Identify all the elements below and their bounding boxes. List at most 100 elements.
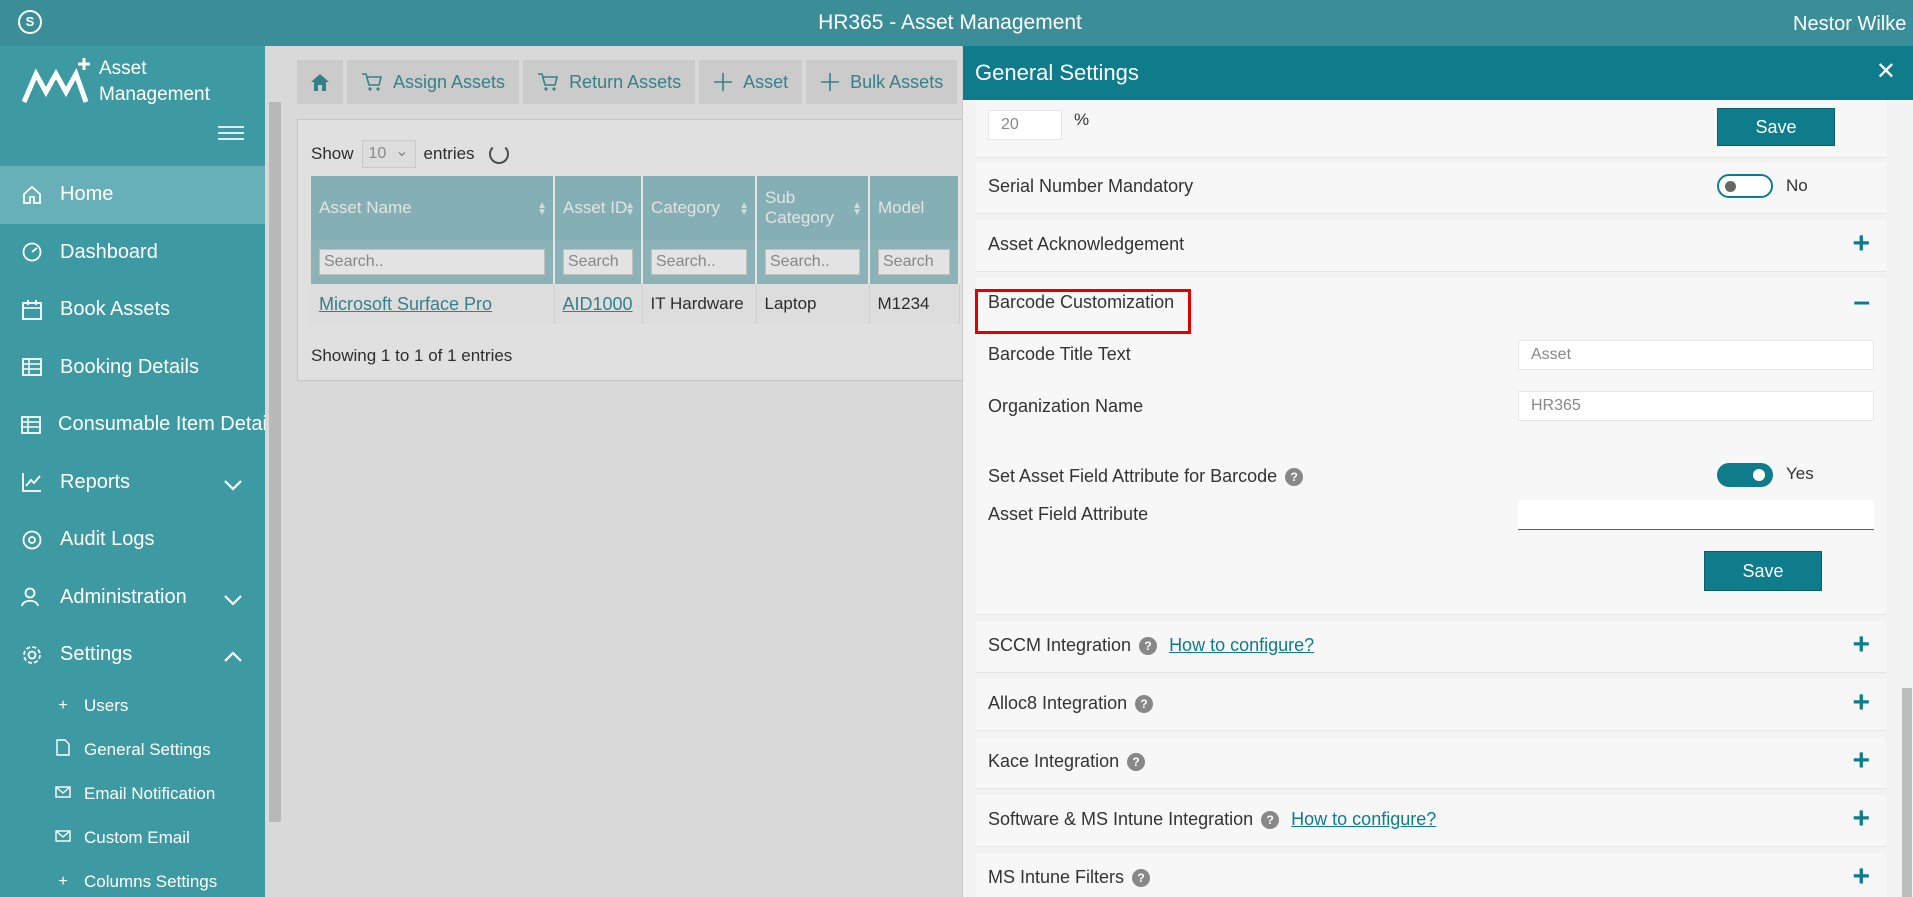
sccm-label: SCCM Integration ? How to configure? — [988, 635, 1314, 656]
sidebar-subitem-label: General Settings — [84, 739, 211, 759]
serial-number-toggle[interactable] — [1717, 174, 1773, 198]
intune-filters-row[interactable]: MS Intune Filters ? + — [976, 853, 1886, 897]
panel-body: 20 % Save Serial Number Mandatory No Ass… — [963, 100, 1913, 897]
help-icon[interactable]: ? — [1127, 752, 1146, 771]
sidebar-item-consumable[interactable]: Consumable Item Detai — [0, 396, 267, 454]
sidebar-item-settings[interactable]: Settings — [0, 626, 265, 684]
expand-plus-icon[interactable]: + — [1852, 746, 1870, 776]
alloc8-text: Alloc8 Integration — [988, 693, 1128, 713]
save-button[interactable]: Save — [1717, 108, 1835, 146]
home-icon — [20, 183, 44, 207]
expand-plus-icon[interactable]: + — [1852, 229, 1870, 259]
sidebar-item-dashboard[interactable]: Dashboard — [0, 224, 265, 282]
threshold-input[interactable]: 20 — [988, 110, 1062, 140]
user-icon — [20, 585, 44, 609]
serial-number-row: Serial Number Mandatory No — [976, 162, 1886, 214]
plus-icon: + — [58, 696, 68, 714]
threshold-row: 20 % Save — [976, 100, 1886, 158]
sidebar-subitem-label: Users — [84, 695, 129, 715]
nav-menu: Home Dashboard Book Assets Booking Detai… — [0, 166, 267, 897]
help-icon[interactable]: ? — [1139, 636, 1158, 655]
org-name-input[interactable]: HR365 — [1518, 391, 1874, 421]
sidebar-subitem-label: Columns Settings — [84, 871, 218, 891]
barcode-title-label: Barcode Title Text — [988, 344, 1131, 364]
document-icon — [54, 738, 72, 761]
help-icon[interactable]: ? — [1285, 467, 1304, 486]
sidebar-item-reports[interactable]: Reports — [0, 454, 265, 512]
sidebar-item-label: Settings — [60, 643, 133, 666]
close-icon[interactable]: ✕ — [1876, 60, 1896, 84]
expand-plus-icon[interactable]: + — [1852, 630, 1870, 660]
logo-text-line2: Management — [99, 84, 210, 105]
barcode-save-button[interactable]: Save — [1704, 551, 1822, 591]
org-name-label: Organization Name — [988, 396, 1144, 416]
sccm-config-link[interactable]: How to configure? — [1169, 635, 1314, 656]
top-bar: S HR365 - Asset Management Nestor Wilke — [0, 0, 1913, 46]
expand-plus-icon[interactable]: + — [1852, 862, 1870, 892]
help-icon[interactable]: ? — [1135, 694, 1154, 713]
logo-icon — [22, 58, 90, 103]
expand-plus-icon[interactable]: + — [1852, 804, 1870, 834]
sidebar: Asset Management Home Dashboard Book Ass… — [0, 46, 267, 897]
acknowledgement-label: Asset Acknowledgement — [988, 234, 1185, 254]
sidebar-item-administration[interactable]: Administration — [0, 569, 265, 627]
chevron-up-icon[interactable] — [223, 646, 243, 669]
audit-icon — [20, 528, 44, 552]
field-attribute-input[interactable] — [1518, 500, 1874, 530]
expand-plus-icon[interactable]: + — [1852, 688, 1870, 718]
kace-row[interactable]: Kace Integration ? + — [976, 737, 1886, 789]
sidebar-item-label: Booking Details — [60, 355, 199, 378]
sidebar-item-label: Reports — [60, 470, 131, 493]
intune-text: Software & MS Intune Integration — [988, 809, 1254, 829]
dashboard-icon — [20, 240, 44, 264]
set-attribute-toggle[interactable] — [1717, 463, 1773, 487]
general-settings-panel: General Settings ✕ 20 % Save Serial Numb… — [962, 46, 1913, 897]
modal-backdrop[interactable] — [265, 46, 962, 897]
field-attribute-label: Asset Field Attribute — [988, 504, 1149, 524]
sccm-row[interactable]: SCCM Integration ? How to configure? + — [976, 621, 1886, 673]
sidebar-item-home[interactable]: Home — [0, 166, 265, 224]
sidebar-subitem-users[interactable]: + Users — [0, 684, 265, 728]
sidebar-item-audit-logs[interactable]: Audit Logs — [0, 511, 265, 569]
alloc8-label: Alloc8 Integration ? — [988, 693, 1154, 714]
intune-label: Software & MS Intune Integration ? How t… — [988, 809, 1436, 830]
set-attribute-text: Set Asset Field Attribute for Barcode — [988, 466, 1278, 486]
logo-text-line1: Asset — [99, 58, 147, 79]
sidebar-subitem-label: Email Notification — [84, 783, 216, 803]
alloc8-row[interactable]: Alloc8 Integration ? + — [976, 679, 1886, 731]
set-attribute-toggle-label: Yes — [1786, 464, 1814, 483]
intune-row[interactable]: Software & MS Intune Integration ? How t… — [976, 795, 1886, 847]
sidebar-item-book-assets[interactable]: Book Assets — [0, 281, 265, 339]
help-icon[interactable]: ? — [1132, 868, 1151, 887]
sidebar-item-label: Book Assets — [60, 298, 171, 321]
scrollbar[interactable] — [1902, 688, 1912, 897]
collapse-minus-icon[interactable]: – — [1853, 287, 1870, 317]
user-name[interactable]: Nestor Wilke — [1793, 13, 1913, 36]
intune-config-link[interactable]: How to configure? — [1291, 809, 1436, 830]
app-title: HR365 - Asset Management — [818, 11, 1082, 34]
barcode-title-input[interactable]: Asset — [1518, 340, 1874, 370]
intune-filters-label: MS Intune Filters ? — [988, 867, 1151, 888]
acknowledgement-row[interactable]: Asset Acknowledgement + — [976, 220, 1886, 272]
chart-icon — [20, 470, 44, 494]
sidebar-subitem-email-notification[interactable]: Email Notification — [0, 772, 265, 816]
table-icon — [20, 413, 42, 437]
serial-toggle-label: No — [1786, 176, 1808, 195]
sidebar-item-label: Administration — [60, 585, 187, 608]
highlight-annotation — [975, 289, 1191, 334]
hamburger-menu-icon[interactable] — [218, 126, 244, 140]
chevron-down-icon[interactable] — [223, 589, 243, 612]
sidebar-item-booking-details[interactable]: Booking Details — [0, 339, 265, 397]
sidebar-item-label: Dashboard — [60, 240, 158, 263]
sidebar-subitem-custom-email[interactable]: Custom Email — [0, 816, 265, 860]
mail-icon — [54, 829, 72, 847]
sidebar-subitem-label: Custom Email — [84, 827, 190, 847]
chevron-down-icon[interactable] — [223, 474, 243, 497]
help-icon[interactable]: ? — [1261, 810, 1280, 829]
sidebar-item-label: Audit Logs — [60, 528, 155, 551]
sidebar-subitem-columns-settings[interactable]: + Columns Settings — [0, 860, 265, 897]
sidebar-subitem-general-settings[interactable]: General Settings — [0, 728, 265, 772]
plus-icon: + — [58, 872, 68, 890]
calendar-icon — [20, 298, 44, 322]
set-attribute-label: Set Asset Field Attribute for Barcode ? — [988, 466, 1304, 487]
